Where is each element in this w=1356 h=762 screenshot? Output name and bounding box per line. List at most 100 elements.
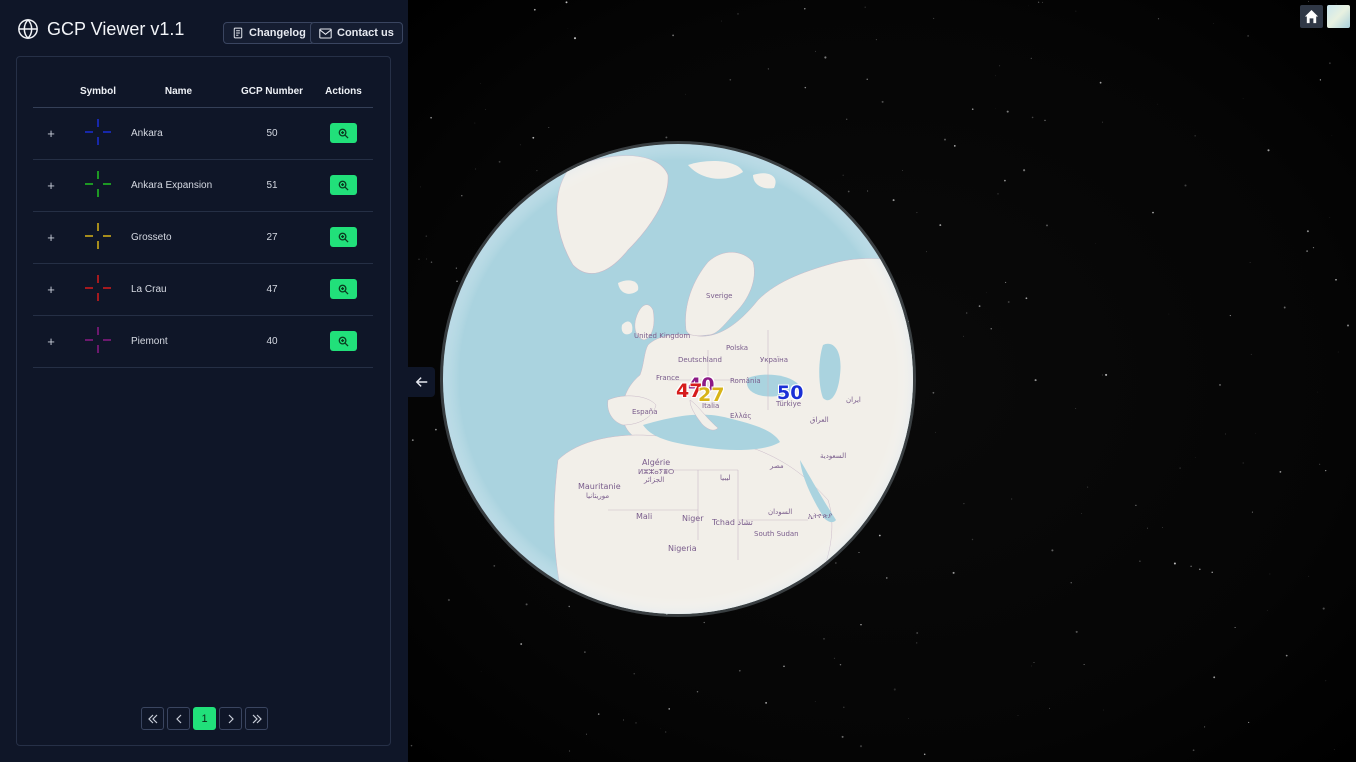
actions-cell [314, 263, 373, 316]
gcp-number-cell: 27 [230, 211, 314, 264]
table-row: + Ankara 50 [33, 107, 373, 160]
place-label: Ελλάς [730, 412, 752, 420]
mail-icon [319, 28, 332, 38]
place-label: Mali [636, 512, 653, 521]
zoom-to-button[interactable] [330, 227, 357, 247]
basemap-picker-button[interactable] [1327, 5, 1350, 28]
home-button[interactable] [1300, 5, 1323, 28]
plus-icon[interactable]: + [47, 334, 55, 349]
zoom-to-button[interactable] [330, 123, 357, 143]
symbol-cell [69, 159, 127, 212]
double-chevron-left-icon [147, 714, 157, 723]
place-label: العراق [810, 416, 829, 424]
symbol-column-header: Symbol [69, 77, 127, 108]
place-label: ليبيا [720, 474, 731, 482]
place-label: United Kingdom [634, 332, 691, 340]
plus-icon[interactable]: + [47, 282, 55, 297]
table-row: + Piemont 40 [33, 315, 373, 368]
changelog-label: Changelog [249, 27, 306, 39]
place-label: مصر [770, 462, 784, 470]
place-label: Tchad تشاد [712, 518, 753, 527]
zoom-to-button[interactable] [330, 279, 357, 299]
symbol-cell [69, 211, 127, 264]
zoom-to-button[interactable] [330, 175, 357, 195]
place-label: Україна [760, 356, 789, 364]
crosshair-symbol-icon [85, 274, 111, 301]
gcp-number-column-header[interactable]: GCP Number [230, 77, 314, 108]
brand: GCP Viewer v1.1 [17, 18, 184, 40]
zoom-in-icon [338, 232, 349, 243]
document-icon [233, 27, 243, 39]
table-row: + La Crau 47 [33, 263, 373, 316]
symbol-cell [69, 315, 127, 368]
last-page-button[interactable] [245, 707, 268, 730]
actions-cell [314, 107, 373, 160]
name-cell: Grosseto [127, 211, 230, 264]
place-label: Mauritanie [578, 482, 621, 491]
expand-cell: + [33, 315, 69, 368]
sidebar: GCP Viewer v1.1 Changelog Contact us Sym… [0, 0, 408, 762]
arrow-left-icon [415, 377, 427, 387]
place-label: ኢትዮጵያ [808, 512, 833, 520]
table-row: + Ankara Expansion 51 [33, 159, 373, 212]
app-title: GCP Viewer v1.1 [47, 18, 185, 39]
name-cell: Piemont [127, 315, 230, 368]
expand-cell: + [33, 107, 69, 160]
plus-icon[interactable]: + [47, 178, 55, 193]
gcp-panel: Symbol Name GCP Number Actions + Ankara 50… [16, 56, 391, 746]
globe[interactable] [408, 0, 1356, 762]
place-label: Niger [682, 514, 704, 523]
crosshair-symbol-icon [85, 326, 111, 353]
contact-label: Contact us [337, 27, 394, 39]
changelog-button[interactable]: Changelog [223, 22, 315, 44]
globe-icon [18, 18, 38, 40]
gcp-number-cell: 51 [230, 159, 314, 212]
previous-page-button[interactable] [167, 707, 190, 730]
plus-icon[interactable]: + [47, 126, 55, 141]
place-label: Deutschland [678, 356, 722, 364]
plus-icon[interactable]: + [47, 230, 55, 245]
globe-viewer[interactable]: France España Italia Deutschland Polska … [408, 0, 1356, 762]
page-1-button[interactable]: 1 [193, 707, 216, 730]
zoom-in-icon [338, 180, 349, 191]
chevron-right-icon [228, 714, 234, 723]
place-label: Polska [726, 344, 749, 352]
place-label: South Sudan [754, 530, 799, 538]
gcp-number-cell: 40 [230, 315, 314, 368]
contact-button[interactable]: Contact us [310, 22, 403, 44]
first-page-button[interactable] [141, 707, 164, 730]
gcp-marker-label[interactable]: 50 [777, 382, 803, 404]
gcp-number-cell: 47 [230, 263, 314, 316]
double-chevron-right-icon [252, 714, 262, 723]
zoom-to-button[interactable] [330, 331, 357, 351]
expand-cell: + [33, 159, 69, 212]
pagination: 1 [141, 707, 268, 730]
crosshair-symbol-icon [85, 170, 111, 197]
actions-cell [314, 211, 373, 264]
place-label: السودان [768, 508, 793, 516]
zoom-in-icon [338, 336, 349, 347]
table-row: + Grosseto 27 [33, 211, 373, 264]
place-label: الجزائر [644, 476, 665, 484]
zoom-in-icon [338, 284, 349, 295]
place-label: Nigeria [668, 544, 697, 553]
gcp-number-cell: 50 [230, 107, 314, 160]
home-icon [1304, 9, 1319, 24]
chevron-left-icon [175, 714, 181, 723]
crosshair-symbol-icon [85, 222, 111, 249]
table-header-row: Symbol Name GCP Number Actions [33, 77, 373, 108]
name-cell: La Crau [127, 263, 230, 316]
place-label: România [730, 377, 761, 385]
actions-cell [314, 315, 373, 368]
place-label: Algérie [642, 458, 671, 467]
collapse-sidebar-button[interactable] [408, 367, 435, 397]
symbol-cell [69, 107, 127, 160]
next-page-button[interactable] [219, 707, 242, 730]
expand-cell: + [33, 211, 69, 264]
expand-cell: + [33, 263, 69, 316]
name-cell: Ankara Expansion [127, 159, 230, 212]
name-column-header[interactable]: Name [127, 77, 230, 108]
actions-cell [314, 159, 373, 212]
place-label: ⵍⵣⵣⴰⵢⴻⵔ [638, 468, 675, 476]
gcp-marker-label[interactable]: 27 [698, 384, 724, 406]
